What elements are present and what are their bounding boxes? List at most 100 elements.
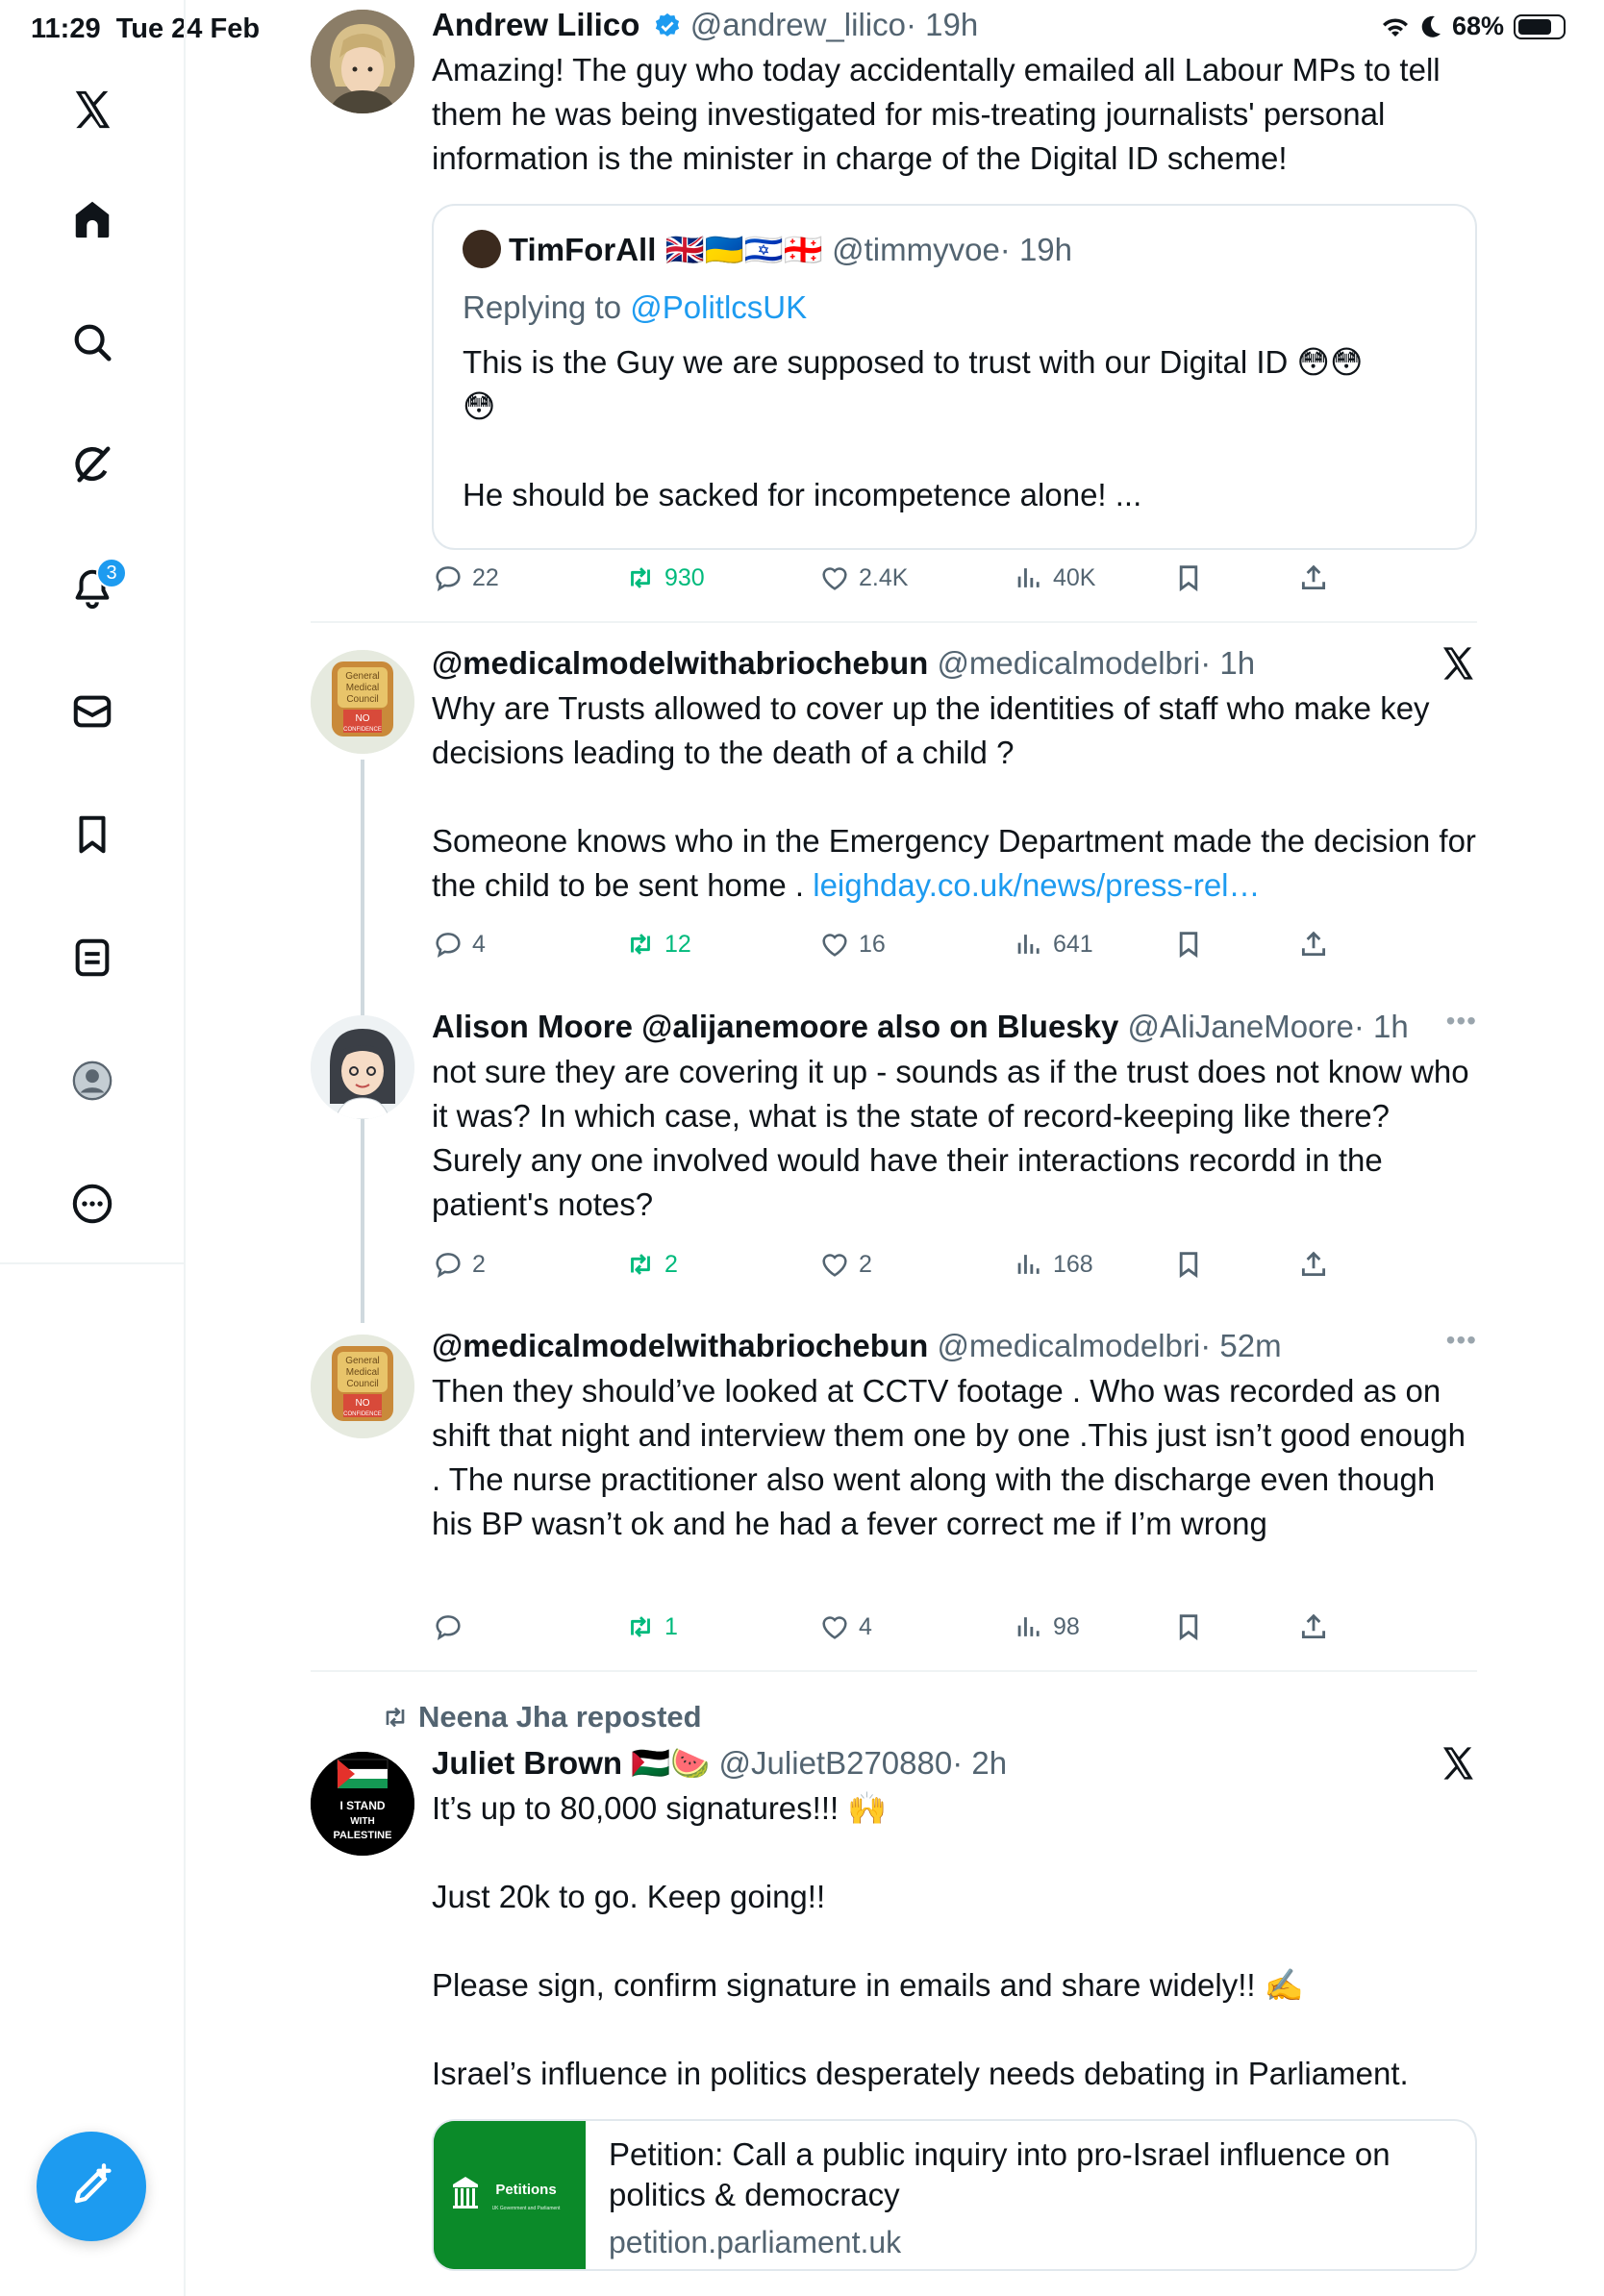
- quote-author-name: TimForAll 🇬🇧🇺🇦🇮🇱🇬🇪: [509, 232, 823, 267]
- home-icon[interactable]: [58, 185, 127, 254]
- avatar[interactable]: General Medical Council NO CONFIDENCE: [311, 1335, 414, 1438]
- reply-button[interactable]: [432, 1610, 472, 1643]
- author-handle[interactable]: @medicalmodelbri: [937, 645, 1200, 681]
- tweet-content: @medicalmodelwithabriochebun @medicalmod…: [432, 1325, 1477, 1546]
- tweet-actions: 1 4 98: [432, 1610, 1355, 1653]
- replying-to-link[interactable]: @PolitlcsUK: [630, 289, 807, 325]
- repost-button[interactable]: 2: [624, 1248, 678, 1281]
- link-card[interactable]: Petitions UK Government and Parliament P…: [432, 2119, 1477, 2271]
- avatar-council-label: General: [345, 671, 380, 682]
- tweet-header: @medicalmodelwithabriochebun @medicalmod…: [432, 1325, 1477, 1367]
- like-button[interactable]: 2.4K: [818, 562, 908, 594]
- tweet-content: Andrew Lilico @andrew_lilico· 19h Amazin…: [432, 4, 1477, 181]
- tweet-text: It’s up to 80,000 signatures!!! 🙌 Just 2…: [432, 1790, 1409, 2091]
- bookmark-icon[interactable]: [58, 800, 127, 869]
- views-button[interactable]: 40K: [1013, 562, 1095, 594]
- avatar-council-label: NO: [356, 1398, 370, 1409]
- repost-icon: [386, 1707, 405, 1728]
- bookmark-button[interactable]: [1172, 928, 1205, 961]
- repost-button[interactable]: 12: [624, 928, 691, 961]
- tweet[interactable]: Alison Moore @alijanemoore also on Blues…: [311, 1006, 1477, 1294]
- petitions-thumbnail: Petitions UK Government and Parliament: [434, 2121, 586, 2269]
- author-name[interactable]: Andrew Lilico: [432, 7, 639, 42]
- tweet-link[interactable]: leighday.co.uk/news/press-rel…: [813, 867, 1260, 903]
- grok-icon[interactable]: [58, 431, 127, 500]
- views-icon: [1017, 935, 1040, 954]
- like-button[interactable]: 16: [818, 928, 886, 961]
- quote-author-handle: @timmyvoe: [832, 232, 1000, 267]
- views-button[interactable]: 98: [1013, 1610, 1080, 1643]
- x-logo-icon[interactable]: [1439, 644, 1477, 683]
- share-icon: [1301, 1251, 1326, 1277]
- notifications-nav[interactable]: 3: [58, 554, 127, 623]
- heart-icon: [822, 1254, 847, 1277]
- author-name[interactable]: Juliet Brown 🇵🇸🍉: [432, 1745, 710, 1781]
- mail-icon[interactable]: [58, 677, 127, 746]
- reply-button[interactable]: 22: [432, 562, 499, 594]
- avatar-slogan: PALESTINE: [334, 1830, 392, 1841]
- author-name[interactable]: @medicalmodelwithabriochebun: [432, 1328, 928, 1363]
- avatar-slogan: WITH: [350, 1816, 375, 1827]
- author-handle[interactable]: @medicalmodelbri: [937, 1328, 1200, 1363]
- quote-replying: Replying to @PolitlcsUK: [463, 289, 808, 325]
- author-handle[interactable]: @JulietB270880: [719, 1745, 953, 1781]
- like-button[interactable]: 4: [818, 1610, 872, 1643]
- tweet-actions: 22 930 2.4K 40K: [432, 562, 1355, 604]
- repost-icon: [631, 1616, 650, 1637]
- list-icon[interactable]: [58, 923, 127, 992]
- repost-label: Neena Jha reposted: [380, 1696, 702, 1738]
- reply-button[interactable]: 4: [432, 928, 486, 961]
- tweet[interactable]: Neena Jha reposted I STAND WITH PALESTIN…: [311, 1696, 1477, 2296]
- avatar-council-label: CONFIDENCE: [343, 1411, 382, 1417]
- card-title: Petition: Call a public inquiry into pro…: [609, 2136, 1391, 2212]
- tweet[interactable]: Andrew Lilico @andrew_lilico· 19h Amazin…: [311, 4, 1477, 619]
- profile-icon[interactable]: [58, 1046, 127, 1115]
- search-icon[interactable]: [58, 308, 127, 377]
- more-circle-icon[interactable]: [58, 1169, 127, 1238]
- heart-icon: [822, 1616, 847, 1639]
- tweet[interactable]: General Medical Council NO CONFIDENCE @m…: [311, 1325, 1477, 1652]
- more-options-icon[interactable]: •••: [1446, 1325, 1477, 1356]
- avatar-council-label: Council: [346, 694, 378, 705]
- share-button[interactable]: [1297, 562, 1330, 594]
- tweet-actions: 2 2 2 168: [432, 1248, 1355, 1290]
- more-options-icon[interactable]: •••: [1446, 1006, 1477, 1036]
- tweet[interactable]: General Medical Council NO CONFIDENCE @m…: [311, 642, 1477, 979]
- bookmark-button[interactable]: [1172, 1248, 1205, 1281]
- avatar[interactable]: [311, 10, 414, 113]
- x-logo-icon[interactable]: [1439, 1744, 1477, 1783]
- author-handle[interactable]: @andrew_lilico: [690, 7, 906, 42]
- tweet-text: Why are Trusts allowed to cover up the i…: [432, 690, 1476, 903]
- share-button[interactable]: [1297, 928, 1330, 961]
- author-handle[interactable]: @AliJaneMoore: [1128, 1009, 1354, 1044]
- petitions-thumb-subtitle: UK Government and Parliament: [492, 2206, 561, 2211]
- reply-button[interactable]: 2: [432, 1248, 486, 1281]
- bookmark-button[interactable]: [1172, 562, 1205, 594]
- tweet-text: not sure they are covering it up - sound…: [432, 1054, 1478, 1222]
- bookmark-button[interactable]: [1172, 1610, 1205, 1643]
- tweet-content: @medicalmodelwithabriochebun @medicalmod…: [432, 642, 1477, 908]
- avatar[interactable]: I STAND WITH PALESTINE: [311, 1752, 414, 1856]
- avatar-council-label: Medical: [346, 683, 379, 693]
- avatar[interactable]: [311, 1015, 414, 1119]
- author-name[interactable]: @medicalmodelwithabriochebun: [432, 645, 928, 681]
- views-button[interactable]: 168: [1013, 1248, 1093, 1281]
- reply-icon: [436, 566, 461, 591]
- tweet-header: Alison Moore @alijanemoore also on Blues…: [432, 1006, 1477, 1048]
- quote-tweet[interactable]: TimForAll 🇬🇧🇺🇦🇮🇱🇬🇪 @timmyvoe· 19h Replyi…: [432, 204, 1477, 550]
- quote-text: This is the Guy we are supposed to trust…: [463, 344, 1364, 512]
- author-name[interactable]: Alison Moore @alijanemoore also on Blues…: [432, 1009, 1118, 1044]
- repost-button[interactable]: 1: [624, 1610, 678, 1643]
- views-button[interactable]: 641: [1013, 928, 1093, 961]
- share-button[interactable]: [1297, 1610, 1330, 1643]
- like-button[interactable]: 2: [818, 1248, 872, 1281]
- bookmark-icon: [1179, 932, 1198, 959]
- x-logo-icon[interactable]: [58, 75, 127, 144]
- compose-button[interactable]: [37, 2132, 146, 2241]
- tweet-text: Then they should’ve looked at CCTV foota…: [432, 1373, 1475, 1541]
- views-icon: [1017, 568, 1040, 587]
- repost-button[interactable]: 930: [624, 562, 705, 594]
- share-button[interactable]: [1297, 1248, 1330, 1281]
- avatar[interactable]: General Medical Council NO CONFIDENCE: [311, 650, 414, 754]
- tweet-time: · 1h: [1353, 1009, 1409, 1044]
